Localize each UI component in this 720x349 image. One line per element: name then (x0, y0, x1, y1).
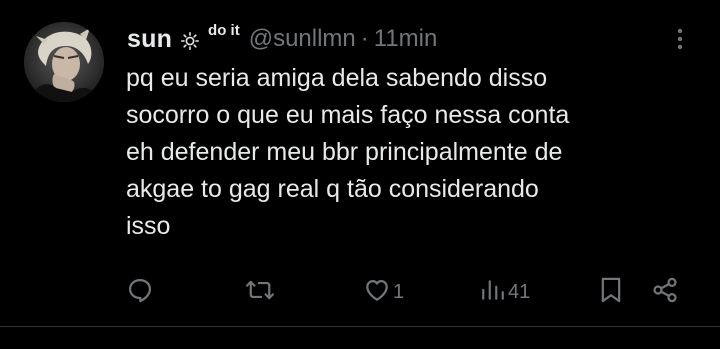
views-button[interactable]: 41 (480, 272, 530, 312)
tweet-text-line: socorro o que eu mais faço nessa conta (126, 101, 570, 129)
views-icon (480, 276, 506, 309)
tweet-text-line: pq eu seria amiga dela sabendo disso (126, 64, 548, 92)
repost-button[interactable] (245, 272, 275, 312)
reply-button[interactable] (126, 272, 154, 312)
heart-icon (363, 276, 391, 309)
user-handle[interactable]: @sunllmn (249, 25, 356, 53)
tweet-text-line: isso (126, 212, 171, 240)
divider (0, 326, 720, 327)
tweet-header: sun do it @sunllmn · 11min (127, 22, 437, 56)
repost-icon (245, 276, 275, 309)
avatar[interactable] (24, 22, 104, 102)
tweet-text-line: eh defender meu bbr principalmente de (126, 138, 563, 166)
bookmark-button[interactable] (599, 272, 623, 312)
sun-icon (180, 31, 200, 51)
share-icon (651, 276, 679, 309)
tweet-text: pq eu seria amiga dela sabendo disso soc… (126, 60, 701, 245)
tweet-text-line: akgae to gag real q tão considerando (126, 175, 539, 203)
timestamp[interactable]: 11min (374, 25, 438, 53)
share-button[interactable] (651, 272, 679, 312)
display-name[interactable]: sun (127, 25, 172, 54)
tweet-card[interactable]: sun do it @sunllmn · 11min pq eu seria a… (0, 0, 720, 326)
like-count: 1 (393, 280, 405, 303)
avatar-image (24, 22, 104, 102)
views-count: 41 (508, 280, 531, 303)
tweet-actions: 1 41 (0, 272, 720, 312)
like-button[interactable]: 1 (363, 272, 404, 312)
more-vertical-icon[interactable] (672, 25, 688, 53)
display-name-suffix: do it (208, 21, 240, 39)
header-separator: · (360, 25, 369, 52)
bookmark-icon (599, 276, 623, 309)
reply-icon (126, 276, 154, 309)
